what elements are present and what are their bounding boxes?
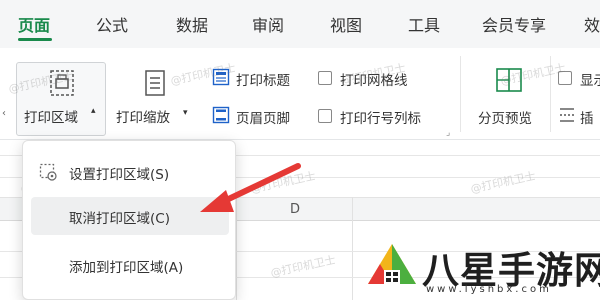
active-tab-indicator [18,38,52,41]
red-arrow-icon [200,163,301,212]
show-label-partial: 显示 [580,73,600,89]
add-to-print-area-item[interactable]: 添加到打印区域(A) [69,256,183,276]
print-headers-label: 打印行号列标 [340,111,421,127]
tab-effects-partial[interactable]: 效 [584,12,600,36]
ribbon-toolbar: ‹ 打印区域 ▴ 打印缩放 ▾ 打印标题 页眉页脚 打印网格线 打印行号列标 ⌟ [0,48,600,140]
cancel-print-area-item[interactable]: 取消打印区域(C) [69,207,170,227]
tab-data[interactable]: 数据 [176,12,208,36]
header-footer-icon [212,106,230,124]
tab-tools[interactable]: 工具 [408,12,440,36]
ribbon-separator [460,56,461,132]
menu-bar: 页面 公式 数据 审阅 视图 工具 会员专享 效 [0,0,600,48]
site-logo: 八星手游网 www.lyshbx.com [356,236,600,300]
print-title-button[interactable]: 打印标题 [236,69,290,89]
set-print-area-icon [39,163,57,181]
chevron-down-icon: ▾ [183,108,188,118]
chevron-up-icon: ▴ [91,106,96,116]
chevron-left-icon[interactable]: ‹ [2,108,6,119]
dialog-launcher-icon[interactable]: ⌟ [446,128,450,138]
print-scale-button[interactable]: 打印缩放 [116,106,170,126]
page-break-preview-button[interactable]: 分页预览 [478,107,532,127]
tab-review[interactable]: 审阅 [252,12,284,36]
tab-formula[interactable]: 公式 [96,12,128,36]
print-scale-icon [145,70,165,96]
set-print-area-item[interactable]: 设置打印区域(S) [69,163,169,183]
insert-label-partial[interactable]: 插 [580,107,594,127]
tab-view[interactable]: 视图 [330,12,362,36]
print-area-label: 打印区域 [24,110,78,126]
tab-member[interactable]: 会员专享 [482,12,546,36]
print-gridlines-checkbox[interactable] [318,71,332,85]
header-footer-button[interactable]: 页眉页脚 [236,107,290,127]
logo-mark-icon [368,244,416,284]
tab-page[interactable]: 页面 [18,12,50,36]
print-headers-checkbox[interactable] [318,109,332,123]
gridline [352,197,353,300]
logo-url: www.lyshbx.com [426,284,552,295]
insert-break-icon [560,108,574,122]
